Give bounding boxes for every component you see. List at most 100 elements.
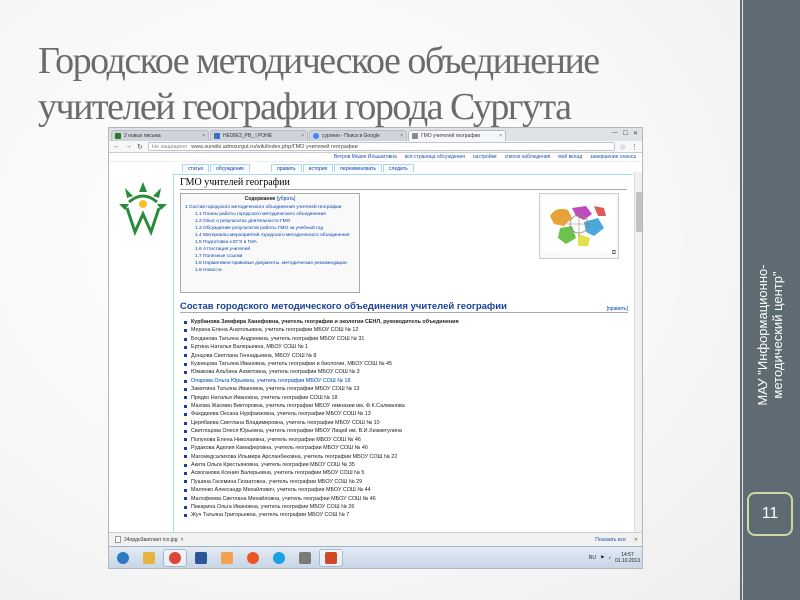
list-item-text: Акита Ольга Крестьяновна, учитель геогра…: [191, 461, 355, 468]
flag-icon[interactable]: ⚑: [600, 555, 604, 561]
show-all-downloads-link[interactable]: Показать все: [595, 537, 626, 543]
chevron-up-icon[interactable]: ˄: [181, 537, 184, 543]
list-item: Магомедсалихова Ильмира Арсланбековна, у…: [184, 453, 624, 461]
bullet-icon: [184, 337, 187, 341]
wiki-logo[interactable]: [115, 178, 171, 238]
taskbar-app-skype[interactable]: [267, 549, 291, 567]
browser-icon: [247, 551, 259, 564]
bullet-icon: [184, 413, 187, 417]
list-item: Полунова Елена Николаевна, учитель геогр…: [184, 436, 624, 444]
toc-item[interactable]: 1.7 Полезные ссылки: [185, 253, 355, 260]
downloaded-file-name: 24ордн3ватлант ico.jpg: [124, 536, 178, 543]
downloaded-file[interactable]: 24ордн3ватлант ico.jpg ˄: [115, 536, 183, 543]
taskbar-app-mail[interactable]: [215, 549, 239, 567]
tab-label: сургеин - Поиск в Google: [322, 133, 380, 139]
list-item-text: Светлоцова Олеся Юрьевна, учитель геогра…: [191, 428, 402, 435]
taskbar-app-chrome[interactable]: [163, 548, 187, 567]
tab-discussion[interactable]: обсуждение: [210, 164, 251, 172]
language-indicator[interactable]: RU: [589, 555, 596, 561]
browser-tab[interactable]: НЕ09ЕЗ_РВ_ | РОНЕ ×: [210, 130, 308, 141]
toc-item[interactable]: 1.2 Опыт о результатах деятельности ГМО: [185, 218, 355, 225]
user-link[interactable]: вся страница обсуждения: [405, 154, 465, 160]
browser-tab[interactable]: 2 новых письма ×: [111, 130, 209, 141]
document-icon: [214, 133, 220, 139]
system-tray: RU ⚑ ♪ 14:57 01.10.2013: [589, 552, 642, 564]
toc-hide-link[interactable]: [убрать]: [277, 196, 296, 202]
minimize-button[interactable]: —: [612, 130, 618, 137]
tab-watch[interactable]: следить: [383, 164, 414, 172]
list-item-text: Мерина Елена Анатольевна, учитель геогра…: [191, 327, 359, 334]
tab-history[interactable]: история: [302, 164, 334, 172]
browser-tab-active[interactable]: ГМО учителей географии ×: [408, 130, 506, 141]
maximize-button[interactable]: ☐: [623, 130, 628, 137]
close-download-bar-button[interactable]: ✕: [634, 537, 638, 543]
media-icon: [299, 551, 311, 564]
menu-icon[interactable]: ⋮: [631, 143, 638, 151]
list-item-text: Богданова Татьяна Андреевна, учитель гео…: [191, 335, 365, 342]
list-item: Курбанова Зимфира Ханифовна, учитель гео…: [184, 318, 624, 326]
list-item-text: Жуч Татьяна Григорьевна, учитель географ…: [191, 512, 350, 519]
bullet-icon: [184, 354, 187, 358]
url-text: www.surwiki.admsurgut.ru/wiki/index.php/…: [191, 143, 358, 150]
list-item-text: Махова Жасмин Викторовна, учитель геогра…: [191, 403, 405, 410]
user-link[interactable]: Ветров Мазия Ильшатовна: [334, 154, 397, 160]
taskbar-app-explorer[interactable]: [137, 549, 161, 567]
reload-icon[interactable]: ↻: [137, 143, 143, 151]
powerpoint-icon: [325, 551, 337, 564]
word-icon: [195, 551, 207, 564]
list-item: Прядко Наталья Ивановна, учитель географ…: [184, 394, 624, 402]
file-icon: [115, 536, 121, 543]
section-heading: Состав городского методического объедине…: [180, 301, 507, 312]
list-item-link[interactable]: Опарова Ольга Юрьевна, учитель географии…: [184, 377, 624, 385]
forward-arrow-icon[interactable]: →: [125, 143, 132, 150]
list-item-text[interactable]: Опарова Ольга Юрьевна, учитель географии…: [191, 377, 351, 385]
taskbar-app-word[interactable]: [189, 549, 213, 567]
wiki-user-links: Ветров Мазия Ильшатовна вся страница обс…: [109, 153, 642, 162]
tab-article[interactable]: статья: [182, 164, 210, 172]
user-link[interactable]: список наблюдения: [505, 154, 551, 160]
volume-icon[interactable]: ♪: [608, 555, 611, 561]
start-button[interactable]: [111, 549, 135, 567]
toc-item[interactable]: 1.1 Планы работы городского методическог…: [185, 211, 355, 218]
user-link[interactable]: настройки: [473, 154, 497, 160]
tab-rename[interactable]: переименовать: [334, 164, 383, 172]
magnify-icon[interactable]: ⧉: [612, 250, 616, 257]
tab-label: НЕ09ЕЗ_РВ_ | РОНЕ: [223, 133, 273, 139]
taskbar-app-media[interactable]: [293, 549, 317, 567]
side-label-line1: МАУ "Информационно-: [755, 264, 770, 406]
scrollbar-thumb[interactable]: [636, 192, 642, 232]
list-item: Светлоцова Олеся Юрьевна, учитель геогра…: [184, 427, 624, 435]
toc-item[interactable]: 1.6 Аттестация учителей: [185, 246, 355, 253]
browser-tab[interactable]: сургеин - Поиск в Google ×: [309, 130, 407, 141]
toc-item[interactable]: 1.5 Подготовка к ЕГЭ и ГИА: [185, 239, 355, 246]
close-icon[interactable]: ×: [202, 133, 205, 139]
map-thumbnail[interactable]: ⧉: [539, 193, 619, 259]
toc-item[interactable]: 1.9 Новости: [185, 267, 355, 274]
user-link[interactable]: завершение сеанса: [590, 154, 636, 160]
page-scrollbar[interactable]: [634, 172, 642, 548]
close-icon[interactable]: ×: [499, 133, 502, 139]
toc-item[interactable]: 1.4 Материалы мероприятий городского мет…: [185, 232, 355, 239]
close-window-button[interactable]: ✕: [633, 130, 638, 137]
list-item-text: Замятина Татьяна Ивановна, учитель геогр…: [191, 386, 360, 393]
toc-item[interactable]: 1 Состав городского методического объеди…: [185, 204, 355, 211]
close-icon[interactable]: ×: [400, 133, 403, 139]
taskbar-app-browser[interactable]: [241, 549, 265, 567]
taskbar-app-powerpoint[interactable]: [319, 548, 343, 567]
side-label-line2: методический центр": [770, 271, 785, 399]
section-edit-link[interactable]: [править]: [607, 306, 628, 312]
close-icon[interactable]: ×: [301, 133, 304, 139]
list-item-text: Малянко Александр Михайлович, учитель ге…: [191, 487, 371, 494]
url-input[interactable]: Не защищено www.surwiki.admsurgut.ru/wik…: [147, 142, 615, 151]
toc-item[interactable]: 1.3 Обсуждение результатов работы ГМО за…: [185, 225, 355, 232]
user-link[interactable]: мой вклад: [558, 154, 582, 160]
toc-item[interactable]: 1.8 Нормативно-правовые документы, метод…: [185, 260, 355, 267]
star-icon[interactable]: ☆: [620, 143, 626, 151]
clock[interactable]: 14:57 01.10.2013: [615, 552, 640, 564]
tab-edit[interactable]: править: [271, 164, 302, 172]
list-item: Акита Ольга Крестьяновна, учитель геогра…: [184, 461, 624, 469]
back-arrow-icon[interactable]: ←: [113, 143, 120, 150]
window-controls: — ☐ ✕: [612, 130, 638, 137]
page-icon: [412, 133, 418, 139]
list-item: Донцова Светлана Геннадьевна, МБОУ СОШ №…: [184, 352, 624, 360]
